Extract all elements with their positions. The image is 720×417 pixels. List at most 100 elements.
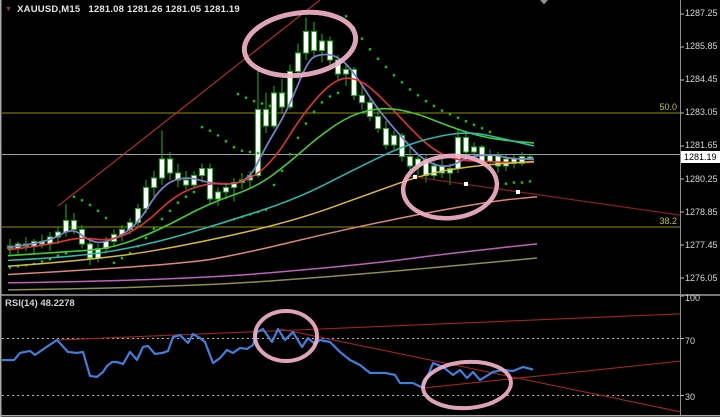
candle-body: [359, 94, 365, 103]
chart-canvas[interactable]: [0, 0, 720, 417]
trendline-handle[interactable]: [516, 189, 520, 194]
candle-body: [295, 52, 301, 73]
candle-body: [279, 92, 285, 108]
rsi-support-rising[interactable]: [422, 360, 680, 389]
sar-dot: [336, 91, 340, 95]
candle-body: [463, 137, 469, 153]
candle-body: [263, 108, 269, 127]
sar-dot: [320, 101, 324, 104]
sar-dot: [72, 195, 76, 198]
sar-dot: [176, 201, 180, 204]
trendline-handle[interactable]: [413, 174, 417, 179]
sar-dot: [400, 81, 404, 84]
sar-dot: [360, 37, 364, 40]
candle-body: [383, 127, 389, 146]
sar-dot: [296, 136, 300, 140]
sar-dot: [488, 130, 492, 134]
candle-body: [223, 186, 229, 193]
rsi-breakdown-line[interactable]: [279, 328, 680, 413]
sar-dot: [144, 236, 148, 240]
main-price-pane[interactable]: [2, 0, 680, 291]
sar-dot: [304, 122, 308, 125]
sar-dot: [104, 216, 108, 220]
candle-body: [191, 174, 197, 186]
rsi-pane[interactable]: [2, 313, 680, 413]
sar-dot: [244, 96, 248, 99]
candle-body: [311, 31, 317, 51]
sar-dot: [120, 256, 124, 260]
rsi-resistance-rising[interactable]: [56, 313, 680, 341]
annotation-ellipse[interactable]: [253, 309, 319, 363]
candle-body: [215, 191, 221, 200]
sar-dot: [424, 99, 428, 103]
rsi-indicator-label: RSI(14) 48.2278: [5, 298, 75, 309]
sar-dot: [208, 129, 212, 132]
sar-dot: [88, 203, 92, 207]
sar-dot: [328, 95, 332, 98]
rsi-line: [2, 327, 534, 390]
trendline-handle[interactable]: [464, 181, 468, 186]
sar-dot: [40, 260, 44, 263]
sar-dot: [528, 180, 532, 183]
candle-body: [375, 116, 381, 129]
rsi-axis-label: 70: [685, 335, 696, 346]
sar-dot: [384, 65, 388, 69]
price-axis-label: 1287.25: [685, 8, 718, 19]
sar-dot: [392, 73, 396, 77]
sar-dot: [260, 102, 264, 105]
candle-body: [303, 31, 309, 54]
fib-level-label: 38.2: [659, 215, 677, 226]
sar-dot: [112, 261, 116, 265]
sar-dot: [152, 227, 156, 230]
price-axis-label: 1280.25: [685, 173, 718, 184]
candle-body: [271, 92, 277, 127]
symbol-timeframe: XAUUSD,M15: [17, 4, 81, 15]
sar-dot: [224, 139, 228, 143]
current-price-tag: 1281.19: [681, 150, 720, 163]
candle-body: [407, 156, 413, 167]
candle-body: [199, 167, 205, 176]
sar-dot: [456, 116, 460, 119]
sar-dot: [368, 47, 372, 51]
candle-body: [151, 177, 157, 188]
sar-dot: [236, 92, 240, 96]
symbol-dropdown-icon[interactable]: ▼: [5, 6, 12, 13]
price-axis-label: 1278.85: [685, 206, 718, 217]
sar-dot: [440, 109, 444, 112]
fib-level-label: 50.0: [659, 101, 677, 112]
price-axis-label: 1281.65: [685, 140, 718, 151]
sar-dot: [408, 88, 412, 91]
sar-dot: [96, 209, 100, 213]
sar-dot: [252, 99, 256, 103]
sar-dot: [256, 151, 260, 155]
candle-body: [71, 219, 77, 231]
price-axis-label: 1284.45: [685, 74, 718, 85]
sar-dot: [80, 198, 84, 202]
candle-body: [391, 134, 397, 146]
sar-dot: [288, 152, 292, 156]
sar-dot: [448, 112, 452, 116]
annotation-ellipse[interactable]: [421, 359, 513, 411]
sar-dot: [312, 110, 316, 114]
candle-body: [183, 179, 189, 186]
sar-dot: [512, 181, 516, 184]
candle-body: [319, 40, 325, 51]
chart-title: ▼ XAUUSD,M15 1281.08 1281.26 1281.05 1281.…: [5, 4, 240, 15]
sar-dot: [248, 150, 252, 154]
ema-salmon: [7, 195, 538, 276]
sar-dot: [416, 93, 420, 97]
sar-dot: [464, 119, 468, 123]
candle-body: [143, 186, 149, 209]
rsi-axis-label: 100: [685, 293, 701, 303]
sar-dot: [200, 125, 204, 129]
price-axis-label: 1285.85: [685, 41, 718, 52]
sar-dot: [344, 14, 348, 18]
candle-body: [343, 68, 349, 75]
sar-dot: [520, 181, 524, 184]
sar-dot: [376, 57, 380, 61]
candle-body: [167, 158, 173, 174]
rsi-axis-label: 30: [685, 392, 696, 403]
sar-dot: [504, 182, 508, 186]
ema-olive: [7, 257, 538, 291]
ohlc-quotes: 1281.08 1281.26 1281.05 1281.19: [88, 4, 240, 15]
